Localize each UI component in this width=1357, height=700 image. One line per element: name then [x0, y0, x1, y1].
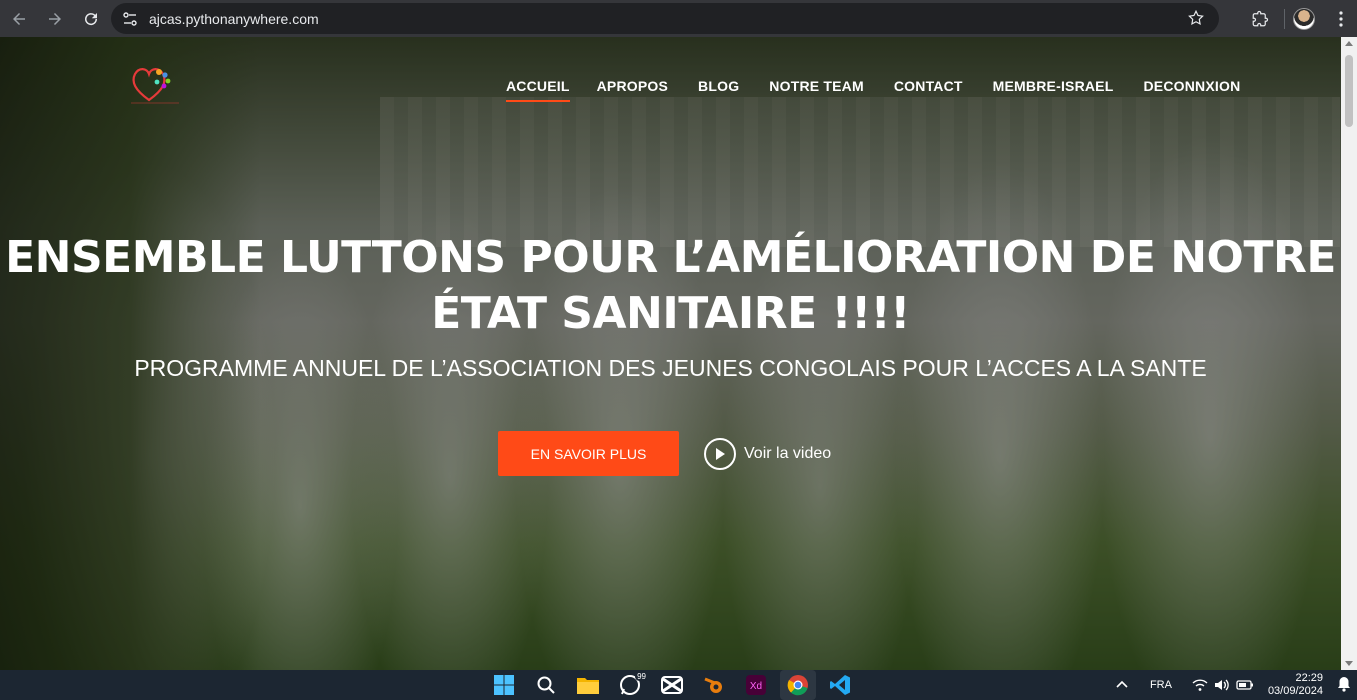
- forward-icon[interactable]: [43, 7, 67, 31]
- star-icon[interactable]: [1187, 9, 1205, 27]
- chevron-up-icon[interactable]: [1116, 679, 1128, 691]
- chrome-icon[interactable]: [780, 670, 816, 700]
- site-info-icon[interactable]: [115, 4, 145, 34]
- nav-notre-team[interactable]: NOTRE TEAM: [769, 78, 864, 94]
- nav-deconnxion[interactable]: DECONNXION: [1143, 78, 1240, 94]
- page-scrollbar[interactable]: [1341, 37, 1357, 670]
- nav-membre-israel[interactable]: MEMBRE-ISRAEL: [993, 78, 1114, 94]
- watch-video-label: Voir la video: [744, 445, 832, 462]
- hero-subtitle: PROGRAMME ANNUEL DE L’ASSOCIATION DES JE…: [134, 355, 1207, 381]
- toolbar-divider: [1284, 8, 1285, 29]
- adobe-xd-icon[interactable]: Xd: [738, 670, 774, 700]
- language-indicator[interactable]: FRA: [1150, 679, 1172, 691]
- clock-date: 03/09/2024: [1267, 685, 1323, 697]
- scroll-down-arrow-icon[interactable]: [1345, 661, 1353, 666]
- learn-more-button[interactable]: EN SAVOIR PLUS: [498, 431, 679, 476]
- site-logo[interactable]: [127, 62, 183, 106]
- file-explorer-icon[interactable]: [570, 670, 606, 700]
- clock-time: 22:29: [1295, 672, 1323, 684]
- profile-avatar[interactable]: [1293, 7, 1315, 30]
- windows-taskbar: 99 Xd FRA 22:29 03/09/2024: [0, 670, 1357, 700]
- browser-toolbar: ajcas.pythonanywhere.com: [0, 0, 1357, 37]
- volume-icon[interactable]: [1214, 678, 1230, 692]
- hero-title-line2: ÉTAT SANITAIRE !!!!: [431, 288, 910, 339]
- hero-section: ACCUEIL APROPOS BLOG NOTRE TEAM CONTACT …: [0, 37, 1341, 670]
- whatsapp-badge: 99: [635, 672, 648, 681]
- wifi-icon[interactable]: [1192, 678, 1208, 692]
- url-text[interactable]: ajcas.pythonanywhere.com: [149, 11, 319, 27]
- hero-title: ENSEMBLE LUTTONS POUR L’AMÉLIORATION DE …: [0, 230, 1341, 342]
- scroll-up-arrow-icon[interactable]: [1345, 41, 1353, 46]
- main-nav: ACCUEIL APROPOS BLOG NOTRE TEAM CONTACT …: [506, 78, 1240, 102]
- search-icon[interactable]: [528, 670, 564, 700]
- back-icon[interactable]: [7, 7, 31, 31]
- play-icon: [704, 438, 736, 470]
- hero-title-line1: ENSEMBLE LUTTONS POUR L’AMÉLIORATION DE …: [5, 232, 1336, 283]
- system-tray: FRA 22:29 03/09/2024: [1116, 670, 1357, 700]
- reload-icon[interactable]: [79, 7, 103, 31]
- svg-text:Xd: Xd: [750, 681, 762, 692]
- notification-bell-icon[interactable]: [1337, 676, 1351, 695]
- windows-start-icon[interactable]: [486, 670, 522, 700]
- whatsapp-icon[interactable]: 99: [612, 670, 648, 700]
- vscode-icon[interactable]: [822, 670, 858, 700]
- menu-icon[interactable]: [1329, 7, 1353, 31]
- blender-icon[interactable]: [696, 670, 732, 700]
- address-bar[interactable]: ajcas.pythonanywhere.com: [111, 3, 1219, 34]
- scroll-thumb[interactable]: [1345, 55, 1353, 127]
- nav-apropos[interactable]: APROPOS: [597, 78, 668, 94]
- extensions-icon[interactable]: [1244, 3, 1276, 35]
- clock[interactable]: 22:29 03/09/2024: [1268, 672, 1323, 698]
- battery-icon[interactable]: [1236, 678, 1254, 692]
- nav-accueil[interactable]: ACCUEIL: [506, 78, 570, 102]
- nav-contact[interactable]: CONTACT: [894, 78, 963, 94]
- nav-blog[interactable]: BLOG: [698, 78, 739, 94]
- capcut-icon[interactable]: [654, 670, 690, 700]
- watch-video-button[interactable]: Voir la video: [704, 438, 831, 470]
